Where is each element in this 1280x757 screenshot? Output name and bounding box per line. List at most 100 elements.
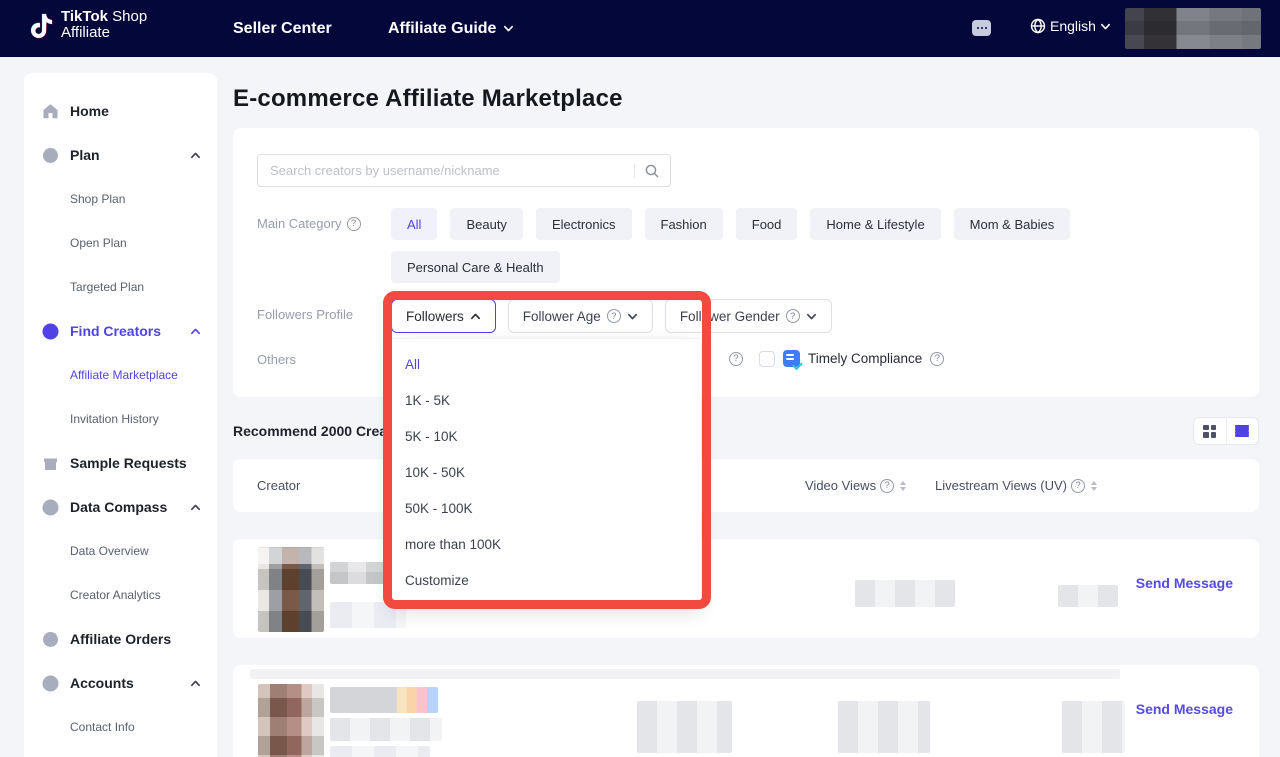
sidebar-item-plan[interactable]: Plan — [24, 133, 217, 177]
send-message-button[interactable]: Send Message — [1136, 575, 1233, 591]
chevron-up-icon — [190, 326, 201, 337]
livestream-views-value-blurred — [1058, 585, 1118, 607]
followers-option-10k-50k[interactable]: 10K - 50K — [391, 454, 701, 490]
plan-icon — [42, 147, 59, 164]
category-chip-beauty[interactable]: Beauty — [450, 208, 522, 240]
timely-compliance-icon — [783, 350, 800, 367]
tiktok-shop-affiliate-logo[interactable]: TikTok Shop Affiliate — [30, 9, 147, 41]
language-selector[interactable]: English — [1030, 18, 1111, 34]
chevron-down-icon — [1100, 21, 1111, 32]
video-views-value-blurred — [838, 701, 930, 753]
user-account-blurred[interactable] — [1125, 8, 1261, 49]
category-chip-all[interactable]: All — [391, 208, 437, 240]
sidebar-item-creator-analytics[interactable]: Creator Analytics — [24, 573, 217, 617]
sidebar-item-sample-requests[interactable]: Sample Requests — [24, 441, 217, 485]
list-view-button[interactable] — [1226, 418, 1259, 444]
sidebar-item-accounts[interactable]: Accounts — [24, 661, 217, 705]
column-livestream-views: Livestream Views (UV) ? — [935, 459, 1097, 512]
filter-button-follower-age[interactable]: Follower Age? — [508, 299, 653, 333]
help-icon[interactable]: ? — [880, 479, 894, 493]
brand-shop: Shop — [112, 8, 147, 25]
main-content: E-commerce Affiliate Marketplace Main Ca… — [233, 57, 1259, 757]
followers-option-customize[interactable]: Customize — [391, 562, 701, 598]
followers-option-50k-100k[interactable]: 50K - 100K — [391, 490, 701, 526]
help-icon[interactable]: ? — [930, 352, 944, 366]
help-icon[interactable]: ? — [729, 352, 743, 366]
brand-text: TikTok Shop Affiliate — [61, 9, 147, 41]
grid-view-button[interactable] — [1194, 418, 1226, 444]
sidebar-item-find-creators[interactable]: Find Creators — [24, 309, 217, 353]
filter-button-follower-gender[interactable]: Follower Gender? — [665, 299, 832, 333]
chevron-down-icon — [627, 311, 638, 322]
filter-button-label: Followers — [406, 309, 464, 324]
sort-icon[interactable] — [900, 481, 906, 491]
sidebar-item-shop-plan[interactable]: Shop Plan — [24, 177, 217, 221]
sidebar-item-label: Contact Info — [70, 720, 201, 734]
column-video-views: Video Views ? — [805, 459, 906, 512]
sidebar-item-targeted-plan[interactable]: Targeted Plan — [24, 265, 217, 309]
affiliate-guide-label: Affiliate Guide — [388, 20, 496, 38]
category-chip-food[interactable]: Food — [736, 208, 798, 240]
sidebar: HomePlanShop Plan Open Plan Targeted PlanF… — [24, 73, 217, 757]
sidebar-item-affiliate-orders[interactable]: Affiliate Orders — [24, 617, 217, 661]
main-category-row: Main Category ? All Beauty Electronics Fash… — [257, 208, 1235, 283]
category-chip-fashion[interactable]: Fashion — [645, 208, 723, 240]
sidebar-item-label: Affiliate Marketplace — [70, 368, 201, 382]
search-icon[interactable] — [644, 163, 660, 179]
home-icon — [42, 103, 59, 120]
help-icon[interactable]: ? — [607, 309, 621, 323]
followers-option-more-than-100k[interactable]: more than 100K — [391, 526, 701, 562]
sidebar-item-affiliate-marketplace[interactable]: Affiliate Marketplace — [24, 353, 217, 397]
search-input[interactable] — [270, 163, 634, 178]
nav-affiliate-guide[interactable]: Affiliate Guide — [388, 0, 514, 57]
video-views-value-blurred — [855, 580, 955, 607]
creator-meta-blurred — [330, 718, 442, 741]
category-chip-mom-babies[interactable]: Mom & Babies — [954, 208, 1071, 240]
others-label: Others — [257, 345, 391, 367]
help-icon[interactable]: ? — [786, 309, 800, 323]
filter-button-followers[interactable]: Followers — [391, 299, 496, 333]
main-category-label: Main Category ? — [257, 208, 391, 231]
followers-option-all[interactable]: All — [391, 346, 701, 382]
category-chip-home-lifestyle[interactable]: Home & Lifestyle — [810, 208, 940, 240]
sidebar-item-invitation-history[interactable]: Invitation History — [24, 397, 217, 441]
sidebar-item-label: Affiliate Orders — [70, 631, 201, 647]
sidebar-item-label: Sample Requests — [70, 455, 201, 471]
sidebar-item-home[interactable]: Home — [24, 89, 217, 133]
message-icon[interactable] — [972, 20, 991, 36]
creator-avatar-blurred[interactable] — [258, 684, 324, 757]
sidebar-item-label: Open Plan — [70, 236, 201, 250]
sidebar-item-label: Accounts — [70, 675, 190, 691]
filter-button-label: Follower Age — [523, 309, 601, 324]
send-message-button[interactable]: Send Message — [1136, 701, 1233, 717]
tiktok-note-icon — [30, 10, 54, 40]
sidebar-item-open-plan[interactable]: Open Plan — [24, 221, 217, 265]
sample-requests-icon — [42, 455, 59, 472]
category-chip-electronics[interactable]: Electronics — [536, 208, 632, 240]
sidebar-item-label: Data Compass — [70, 499, 190, 515]
seller-center-label: Seller Center — [233, 20, 332, 38]
sidebar-item-data-overview[interactable]: Data Overview — [24, 529, 217, 573]
help-icon[interactable]: ? — [347, 217, 361, 231]
nav-seller-center[interactable]: Seller Center — [233, 0, 332, 57]
creator-avatar-blurred[interactable] — [258, 547, 324, 632]
affiliate-orders-icon — [42, 631, 59, 648]
sort-icon[interactable] — [1091, 481, 1097, 491]
sidebar-item-data-compass[interactable]: Data Compass — [24, 485, 217, 529]
followers-option-5k-10k[interactable]: 5K - 10K — [391, 418, 701, 454]
list-icon — [1235, 425, 1249, 437]
creator-name-blurred — [330, 562, 400, 584]
help-icon[interactable]: ? — [1071, 479, 1085, 493]
creator-search — [257, 154, 671, 187]
timely-compliance-checkbox[interactable] — [759, 351, 775, 367]
followers-option-1k-5k[interactable]: 1K - 5K — [391, 382, 701, 418]
data-compass-icon — [42, 499, 59, 516]
category-chip-personal-care-health[interactable]: Personal Care & Health — [391, 251, 560, 283]
sidebar-item-contact-info[interactable]: Contact Info — [24, 705, 217, 749]
followers-profile-label: Followers Profile — [257, 299, 391, 322]
find-creators-icon — [42, 323, 59, 340]
creator-name-blurred — [330, 687, 438, 713]
filter-card: Main Category ? All Beauty Electronics Fash… — [233, 128, 1259, 397]
chevron-down-icon — [806, 311, 817, 322]
chevron-up-icon — [190, 502, 201, 513]
